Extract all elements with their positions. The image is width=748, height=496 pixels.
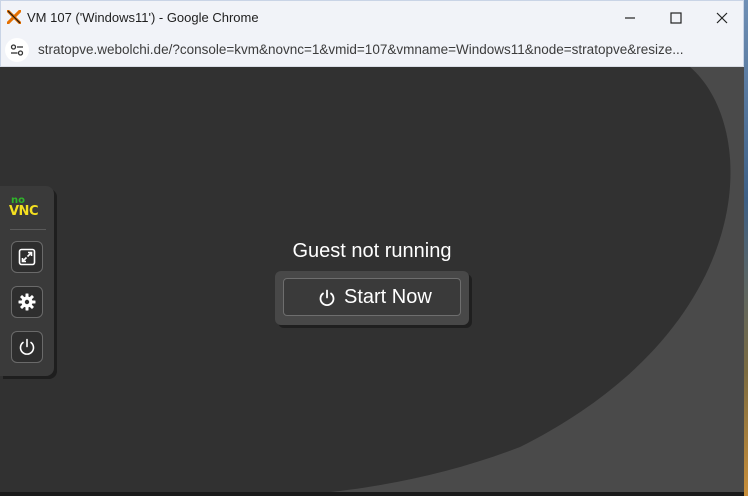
- proxmox-x-icon: [7, 10, 21, 24]
- panel-divider: [10, 229, 46, 230]
- address-bar: stratopve.webolchi.de/?console=kvm&novnc…: [0, 34, 744, 67]
- start-now-label: Start Now: [344, 286, 432, 308]
- novnc-logo: no VNC: [9, 195, 47, 219]
- start-dialog: Start Now: [275, 271, 469, 325]
- power-icon: [319, 289, 335, 307]
- power-menu-button[interactable]: [11, 331, 43, 363]
- guest-status-message: Guest not running: [292, 240, 452, 262]
- close-button[interactable]: [699, 1, 745, 35]
- settings-button[interactable]: [11, 286, 43, 318]
- gear-icon: [18, 293, 36, 311]
- site-settings-icon: [10, 44, 24, 56]
- fullscreen-button[interactable]: [11, 241, 43, 273]
- url-field[interactable]: stratopve.webolchi.de/?console=kvm&novnc…: [38, 42, 728, 57]
- minimize-icon: [625, 17, 635, 19]
- site-info-button[interactable]: [5, 38, 29, 62]
- window-title: VM 107 ('Windows11') - Google Chrome: [27, 10, 259, 25]
- desktop-background-edge: [744, 0, 748, 496]
- browser-title-bar: VM 107 ('Windows11') - Google Chrome: [0, 0, 744, 34]
- maximize-button[interactable]: [653, 1, 699, 35]
- maximize-icon: [670, 12, 682, 24]
- vnc-viewport[interactable]: Guest not running Start Now: [0, 67, 744, 496]
- fullscreen-icon: [18, 248, 36, 266]
- taskbar-edge: [0, 492, 744, 496]
- minimize-button[interactable]: [607, 1, 653, 35]
- start-now-button[interactable]: Start Now: [283, 278, 461, 316]
- novnc-logo-vnc: VNC: [9, 204, 38, 219]
- close-icon: [716, 12, 728, 24]
- power-icon: [19, 338, 35, 355]
- novnc-control-bar: no VNC: [0, 186, 54, 376]
